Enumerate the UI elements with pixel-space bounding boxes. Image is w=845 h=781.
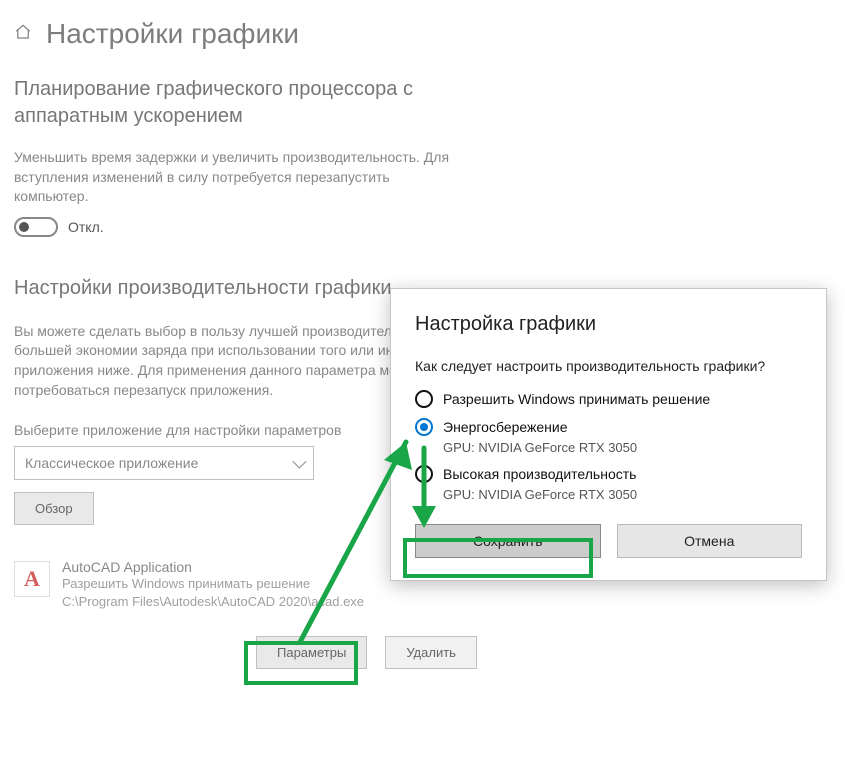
home-icon[interactable] [14, 23, 32, 46]
browse-button[interactable]: Обзор [14, 492, 94, 525]
delete-button[interactable]: Удалить [385, 636, 477, 669]
radio-icon [415, 465, 433, 483]
radio-sub-gpu: GPU: NVIDIA GeForce RTX 3050 [443, 440, 802, 455]
chevron-down-icon [292, 455, 306, 469]
hw-scheduling-toggle-label: Откл. [68, 219, 104, 235]
radio-let-windows-decide[interactable]: Разрешить Windows принимать решение [415, 390, 802, 408]
radio-label: Энергосбережение [443, 419, 568, 435]
radio-power-saving[interactable]: Энергосбережение [415, 418, 802, 436]
radio-icon [415, 418, 433, 436]
page-title: Настройки графики [46, 18, 299, 50]
graphics-settings-dialog: Настройка графики Как следует настроить … [390, 288, 827, 581]
save-button[interactable]: Сохранить [415, 524, 601, 558]
app-type-select[interactable]: Классическое приложение [14, 446, 314, 480]
app-type-select-value: Классическое приложение [25, 455, 198, 471]
dialog-title: Настройка графики [415, 313, 802, 336]
radio-icon [415, 390, 433, 408]
dialog-question: Как следует настроить производительность… [415, 358, 802, 374]
radio-label: Высокая производительность [443, 466, 636, 482]
radio-label: Разрешить Windows принимать решение [443, 391, 710, 407]
hw-scheduling-toggle[interactable] [14, 217, 58, 237]
hw-scheduling-description: Уменьшить время задержки и увеличить про… [14, 148, 464, 207]
hw-scheduling-heading: Планирование графического процессора с а… [14, 76, 434, 130]
radio-high-performance[interactable]: Высокая производительность [415, 465, 802, 483]
params-button[interactable]: Параметры [256, 636, 367, 669]
cancel-button[interactable]: Отмена [617, 524, 803, 558]
radio-sub-gpu: GPU: NVIDIA GeForce RTX 3050 [443, 487, 802, 502]
autocad-icon: A [14, 561, 50, 597]
app-path: C:\Program Files\Autodesk\AutoCAD 2020\a… [62, 593, 831, 611]
